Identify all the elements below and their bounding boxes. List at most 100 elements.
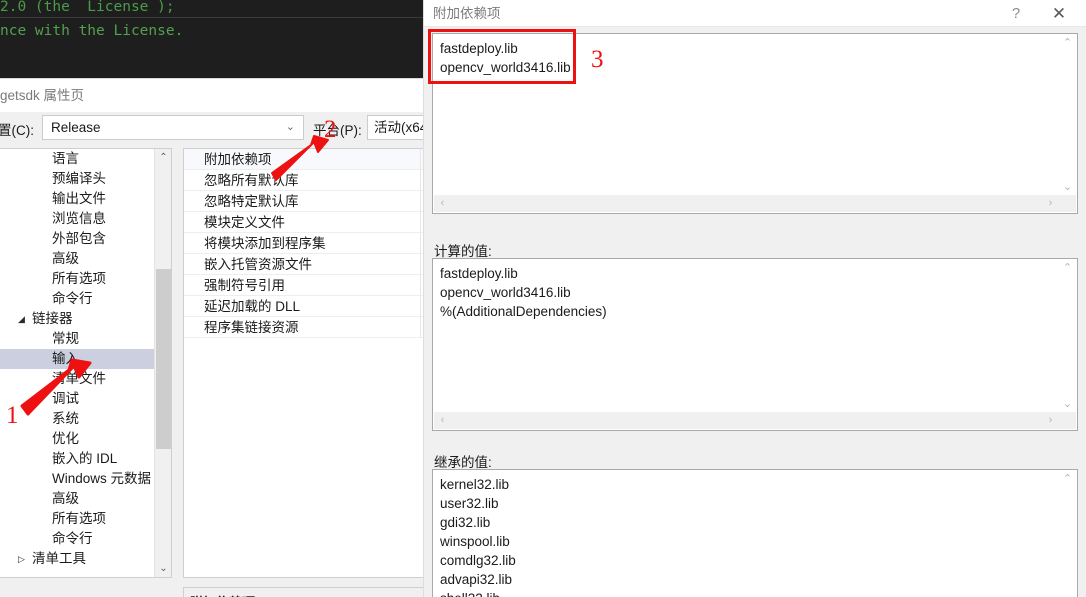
chevron-down-icon: ⌄ xyxy=(285,121,295,133)
settings-tree-list: 语言 预编译头 输出文件 浏览信息 外部包含 高级 所有选项 命令行 ◢ 链接器 常规 输入 清单文件调… xyxy=(0,149,155,569)
evaluated-horizontal-scrollbar[interactable]: ‹ › xyxy=(434,412,1076,429)
chevron-expanded-icon[interactable]: ◢ xyxy=(18,309,30,329)
edit-vertical-scrollbar[interactable]: ⌃ ⌄ xyxy=(1059,35,1076,196)
close-icon[interactable]: ✕ xyxy=(1039,0,1079,27)
property-column-divider xyxy=(420,254,421,275)
sidebar-item-7[interactable]: 命令行 xyxy=(0,289,155,309)
property-row[interactable]: 嵌入托管资源文件 xyxy=(184,254,427,275)
tree-scroll-thumb[interactable] xyxy=(156,269,171,449)
sidebar-item-label: 嵌入的 IDL xyxy=(52,451,118,466)
sidebar-item-label: 命令行 xyxy=(52,531,93,546)
dialog-title: 附加依赖项 xyxy=(433,6,501,21)
property-name: 忽略特定默认库 xyxy=(204,194,299,209)
screen-root: 2.0 (the License ); nce with the License… xyxy=(0,0,1086,597)
property-name: 附加依赖项 xyxy=(204,152,272,167)
sidebar-item-label: 所有选项 xyxy=(52,271,106,286)
annotation-marker-2: 2 xyxy=(324,116,337,143)
sidebar-item-label: 外部包含 xyxy=(52,231,106,246)
sidebar-item-label: 命令行 xyxy=(52,291,93,306)
scroll-down-icon[interactable]: ⌄ xyxy=(1059,179,1076,196)
sidebar-item-2[interactable]: 输出文件 xyxy=(0,189,155,209)
scroll-up-icon[interactable]: ⌃ xyxy=(1059,35,1076,52)
property-name: 忽略所有默认库 xyxy=(204,173,299,188)
sidebar-item-3[interactable]: 浏览信息 xyxy=(0,209,155,229)
sidebar-item-11[interactable]: 清单文件 xyxy=(0,369,155,389)
sidebar-item-10[interactable]: 输入 xyxy=(0,349,155,369)
sidebar-item-0[interactable]: 语言 xyxy=(0,149,155,169)
dependencies-edit-box[interactable]: fastdeploy.lib opencv_world3416.lib ⌃ ⌄ … xyxy=(432,33,1078,214)
scroll-up-icon[interactable]: ⌃ xyxy=(155,149,171,166)
property-row[interactable]: 程序集链接资源 xyxy=(184,317,427,338)
property-row[interactable]: 附加依赖项 xyxy=(184,149,427,170)
dependencies-edit-value[interactable]: fastdeploy.lib opencv_world3416.lib xyxy=(440,39,1057,195)
property-row[interactable]: 延迟加载的 DLL xyxy=(184,296,427,317)
property-column-divider xyxy=(420,212,421,233)
sidebar-item-12[interactable]: 调试 xyxy=(0,389,155,409)
sidebar-item-label: 浏览信息 xyxy=(52,211,106,226)
sidebar-item-16[interactable]: Windows 元数据 xyxy=(0,469,155,489)
sidebar-item-20[interactable]: ▷ 清单工具 xyxy=(0,549,155,569)
property-grid-panel[interactable]: 附加依赖项忽略所有默认库 忽略特定默认库模块定义文件将模块添加到程序集 嵌入托管资源… xyxy=(183,148,428,578)
scroll-left-icon[interactable]: ‹ xyxy=(434,412,451,429)
description-title: 附加依赖项 xyxy=(190,592,255,597)
property-column-divider xyxy=(420,170,421,191)
scroll-right-icon[interactable]: › xyxy=(1042,412,1059,429)
property-column-divider xyxy=(420,275,421,296)
chevron-collapsed-icon[interactable]: ▷ xyxy=(18,549,30,569)
sidebar-item-15[interactable]: 嵌入的 IDL xyxy=(0,449,155,469)
property-name: 将模块添加到程序集 xyxy=(204,236,326,251)
property-row[interactable]: 忽略所有默认库 xyxy=(184,170,427,191)
sidebar-item-6[interactable]: 所有选项 xyxy=(0,269,155,289)
property-row[interactable]: 忽略特定默认库 xyxy=(184,191,427,212)
tree-vertical-scrollbar[interactable]: ⌃ ⌄ xyxy=(154,149,171,577)
sidebar-item-13[interactable]: 系统 xyxy=(0,409,155,429)
sidebar-item-8[interactable]: ◢ 链接器 xyxy=(0,309,155,329)
scroll-up-icon[interactable]: ⌃ xyxy=(1059,260,1076,277)
sidebar-item-9[interactable]: 常规 xyxy=(0,329,155,349)
annotation-marker-3: 3 xyxy=(591,46,604,73)
scroll-down-icon[interactable]: ⌄ xyxy=(1059,396,1076,413)
property-name: 嵌入托管资源文件 xyxy=(204,257,312,272)
scroll-right-icon[interactable]: › xyxy=(1042,195,1059,212)
sidebar-item-label: 所有选项 xyxy=(52,511,106,526)
help-icon[interactable]: ? xyxy=(1001,0,1031,27)
evaluated-vertical-scrollbar[interactable]: ⌃ ⌄ xyxy=(1059,260,1076,413)
sidebar-item-label: 预编译头 xyxy=(52,171,106,186)
settings-tree-panel[interactable]: 语言 预编译头 输出文件 浏览信息 外部包含 高级 所有选项 命令行 ◢ 链接器 常规 输入 清单文件调… xyxy=(0,148,172,578)
dialog-titlebar: 附加依赖项 ? ✕ xyxy=(424,0,1086,27)
inherited-value-box: kernel32.lib user32.lib gdi32.lib winspo… xyxy=(432,469,1078,597)
configuration-value: Release xyxy=(51,120,101,135)
property-column-divider xyxy=(420,296,421,317)
additional-dependencies-dialog: 附加依赖项 ? ✕ fastdeploy.lib opencv_world341… xyxy=(423,0,1086,597)
scroll-down-icon[interactable]: ⌄ xyxy=(155,560,171,577)
sidebar-item-5[interactable]: 高级 xyxy=(0,249,155,269)
sidebar-item-17[interactable]: 高级 xyxy=(0,489,155,509)
inherited-vertical-scrollbar[interactable]: ⌃ xyxy=(1059,471,1076,597)
sidebar-item-label: 常规 xyxy=(52,331,79,346)
property-row[interactable]: 模块定义文件 xyxy=(184,212,427,233)
scrollbar-corner xyxy=(1059,195,1076,212)
sidebar-item-4[interactable]: 外部包含 xyxy=(0,229,155,249)
sidebar-item-1[interactable]: 预编译头 xyxy=(0,169,155,189)
sidebar-item-label: 链接器 xyxy=(32,311,73,326)
scroll-left-icon[interactable]: ‹ xyxy=(434,195,451,212)
sidebar-item-label: 高级 xyxy=(52,251,79,266)
sidebar-item-label: 语言 xyxy=(52,151,79,166)
platform-label: 平台(P): xyxy=(313,123,362,138)
sidebar-item-label: 调试 xyxy=(52,391,79,406)
property-row[interactable]: 强制符号引用 xyxy=(184,275,427,296)
properties-toolbar: 置(C): Release ⌄ 平台(P): 活动(x64) xyxy=(0,112,487,144)
code-line-2: nce with the License. xyxy=(0,23,184,39)
configuration-combobox[interactable]: Release ⌄ xyxy=(42,115,304,140)
edit-horizontal-scrollbar[interactable]: ‹ › xyxy=(434,195,1076,212)
sidebar-item-18[interactable]: 所有选项 xyxy=(0,509,155,529)
sidebar-item-19[interactable]: 命令行 xyxy=(0,529,155,549)
sidebar-item-label: 清单文件 xyxy=(52,371,106,386)
sidebar-item-label: 系统 xyxy=(52,411,79,426)
sidebar-item-14[interactable]: 优化 xyxy=(0,429,155,449)
property-column-divider xyxy=(420,149,421,170)
scroll-up-icon[interactable]: ⌃ xyxy=(1059,471,1076,488)
code-line-1: 2.0 (the License ); xyxy=(0,0,175,15)
property-row[interactable]: 将模块添加到程序集 xyxy=(184,233,427,254)
property-grid-list: 附加依赖项忽略所有默认库 忽略特定默认库模块定义文件将模块添加到程序集 嵌入托管资源… xyxy=(184,149,427,338)
